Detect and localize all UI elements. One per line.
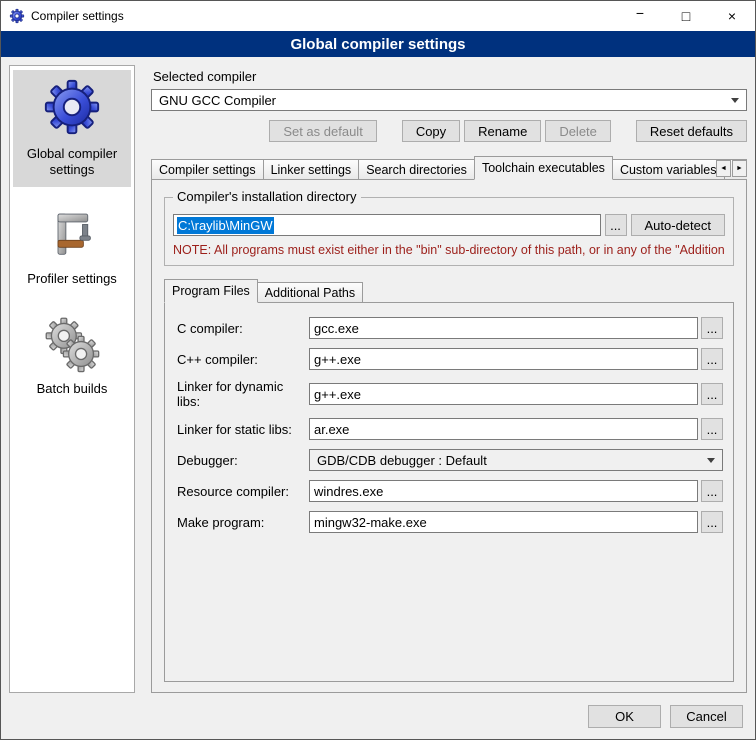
cpp-compiler-row: C++ compiler: ... [177, 348, 723, 370]
debugger-row: Debugger: GDB/CDB debugger : Default [177, 449, 723, 471]
dialog-banner: Global compiler settings [1, 31, 755, 57]
settings-tabstrip: Compiler settings Linker settings Search… [151, 156, 747, 180]
dynamic-linker-browse-button[interactable]: ... [701, 383, 723, 405]
sidebar-item-label: Batch builds [37, 381, 108, 397]
install-dir-input[interactable]: C:\raylib\MinGW [173, 214, 601, 236]
tab-custom-variables[interactable]: Custom variables [612, 159, 725, 180]
selected-compiler-label: Selected compiler [153, 69, 747, 84]
tab-program-files[interactable]: Program Files [164, 279, 258, 303]
auto-detect-button[interactable]: Auto-detect [631, 214, 726, 236]
program-files-panel: C compiler: ... C++ compiler: ... Linker… [164, 302, 734, 682]
resource-compiler-input[interactable] [309, 480, 698, 502]
sidebar-item-label: Global compiler settings [15, 146, 129, 179]
tab-toolchain-executables[interactable]: Toolchain executables [474, 156, 613, 180]
selected-compiler-combobox[interactable]: GNU GCC Compiler [151, 89, 747, 111]
sidebar-item-batch-builds[interactable]: Batch builds [13, 309, 131, 405]
tab-additional-paths[interactable]: Additional Paths [257, 282, 363, 303]
c-compiler-browse-button[interactable]: ... [701, 317, 723, 339]
bin-subdirectory-note: NOTE: All programs must exist either in … [173, 243, 725, 257]
app-icon [9, 8, 25, 24]
reset-defaults-button[interactable]: Reset defaults [636, 120, 747, 142]
tab-scroll-left-icon[interactable]: ◄ [716, 160, 731, 177]
tab-linker-settings[interactable]: Linker settings [263, 159, 360, 180]
window-title: Compiler settings [31, 9, 124, 23]
cpp-compiler-browse-button[interactable]: ... [701, 348, 723, 370]
banner-title: Global compiler settings [290, 36, 465, 53]
titlebar: Compiler settings − □ × [1, 1, 755, 31]
set-as-default-button[interactable]: Set as default [269, 120, 377, 142]
copy-button[interactable]: Copy [402, 120, 460, 142]
static-linker-input[interactable] [309, 418, 698, 440]
cancel-button[interactable]: Cancel [670, 705, 743, 728]
compiler-settings-window: Compiler settings − □ × Global compiler … [0, 0, 756, 740]
c-compiler-row: C compiler: ... [177, 317, 723, 339]
debugger-label: Debugger: [177, 453, 309, 468]
c-compiler-input[interactable] [309, 317, 698, 339]
tab-search-directories[interactable]: Search directories [358, 159, 475, 180]
make-program-browse-button[interactable]: ... [701, 511, 723, 533]
sidebar-item-profiler-settings[interactable]: Profiler settings [13, 201, 131, 295]
toolchain-executables-panel: Compiler's installation directory C:\ray… [151, 179, 747, 693]
maximize-button[interactable]: □ [663, 1, 709, 31]
install-dir-value: C:\raylib\MinGW [177, 217, 274, 234]
dialog-footer: OK Cancel [1, 693, 755, 739]
dynamic-linker-input[interactable] [309, 383, 698, 405]
sidebar-item-global-compiler-settings[interactable]: Global compiler settings [13, 70, 131, 187]
static-linker-label: Linker for static libs: [177, 422, 309, 437]
ok-button[interactable]: OK [588, 705, 661, 728]
cpp-compiler-label: C++ compiler: [177, 352, 309, 367]
installation-directory-group-title: Compiler's installation directory [173, 189, 361, 204]
tab-compiler-settings[interactable]: Compiler settings [151, 159, 264, 180]
install-dir-browse-button[interactable]: ... [605, 214, 627, 236]
chevron-down-icon [707, 458, 715, 463]
blue-gear-icon [41, 76, 103, 138]
make-program-input[interactable] [309, 511, 698, 533]
resource-compiler-row: Resource compiler: ... [177, 480, 723, 502]
static-linker-browse-button[interactable]: ... [701, 418, 723, 440]
close-button[interactable]: × [709, 1, 755, 31]
settings-category-list: Global compiler settings Profiler settin… [9, 65, 135, 693]
rename-button[interactable]: Rename [464, 120, 541, 142]
dialog-content: Global compiler settings Profiler settin… [1, 57, 755, 693]
clamp-icon [44, 207, 100, 263]
compiler-actions: Set as default Copy Rename Delete Reset … [151, 120, 747, 142]
resource-compiler-label: Resource compiler: [177, 484, 309, 499]
installation-directory-group: Compiler's installation directory C:\ray… [164, 197, 734, 266]
debugger-select[interactable]: GDB/CDB debugger : Default [309, 449, 723, 471]
chevron-down-icon [731, 98, 739, 103]
window-controls: − □ × [617, 1, 755, 31]
sidebar-item-label: Profiler settings [27, 271, 117, 287]
tab-scroll-controls: ◄ ► [716, 160, 747, 177]
program-files-tabstrip: Program Files Additional Paths [164, 279, 734, 303]
selected-compiler-value: GNU GCC Compiler [159, 93, 276, 108]
resource-compiler-browse-button[interactable]: ... [701, 480, 723, 502]
tab-scroll-right-icon[interactable]: ► [732, 160, 747, 177]
cpp-compiler-input[interactable] [309, 348, 698, 370]
gray-gears-icon [43, 315, 101, 373]
make-program-row: Make program: ... [177, 511, 723, 533]
delete-button[interactable]: Delete [545, 120, 611, 142]
main-panel: Selected compiler GNU GCC Compiler Set a… [151, 65, 747, 693]
minimize-button[interactable]: − [617, 1, 663, 31]
dynamic-linker-row: Linker for dynamic libs: ... [177, 379, 723, 409]
debugger-value: GDB/CDB debugger : Default [317, 453, 487, 468]
make-program-label: Make program: [177, 515, 309, 530]
dynamic-linker-label: Linker for dynamic libs: [177, 379, 309, 409]
static-linker-row: Linker for static libs: ... [177, 418, 723, 440]
c-compiler-label: C compiler: [177, 321, 309, 336]
